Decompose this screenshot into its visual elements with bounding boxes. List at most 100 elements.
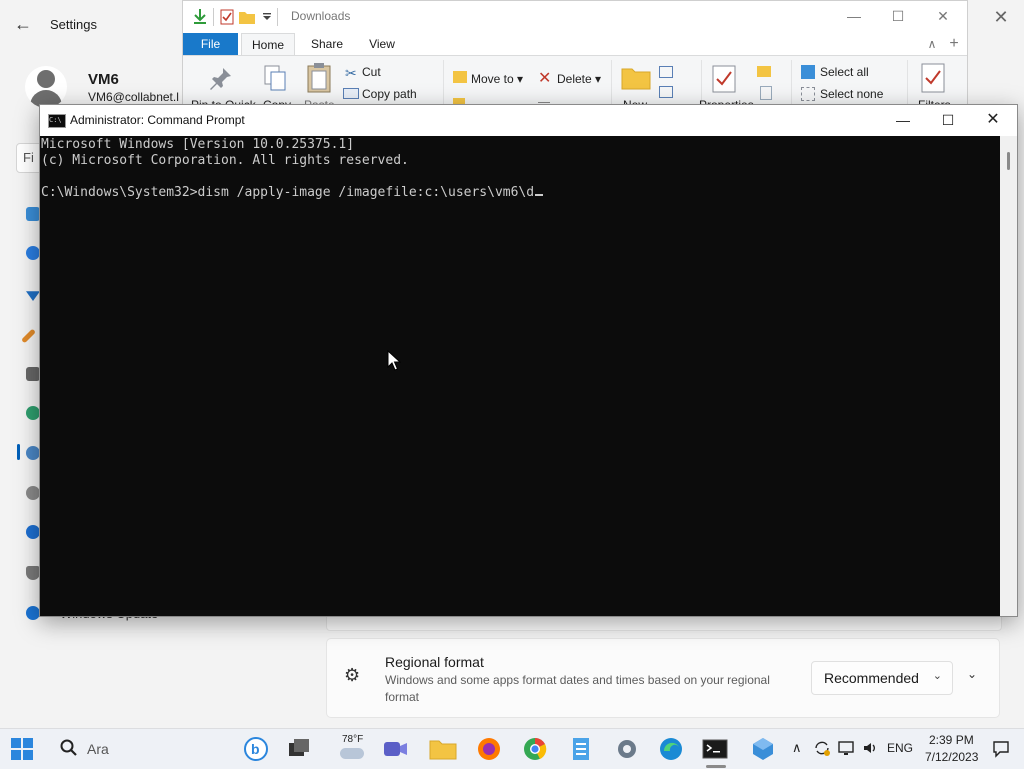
volume-icon[interactable] [862,739,880,757]
edge-icon[interactable] [656,735,686,763]
properties-icon [712,65,736,93]
regional-format-icon: ⚙ [344,665,361,685]
filters-icon [921,63,945,93]
dropdown-value: Recommended [824,670,919,686]
copy-path-icon [343,88,359,99]
copy-icon [264,65,286,91]
svg-text:b: b [251,741,260,757]
clock-time[interactable]: 2:39 PM [929,733,974,747]
select-all-button[interactable]: Select all [820,65,869,79]
cmd-window-title: Administrator: Command Prompt [70,113,245,127]
ribbon-collapse-button[interactable]: ∧ [923,33,941,55]
settings-close-button[interactable]: ✕ [990,6,1012,28]
move-to-icon [453,71,467,83]
azure-cube-icon[interactable] [748,735,778,763]
console-output[interactable]: Microsoft Windows [Version 10.0.25375.1]… [40,136,1000,616]
new-item-icon[interactable] [659,66,673,78]
regional-format-description: Windows and some apps format dates and t… [385,673,770,704]
notepad-icon[interactable] [566,735,596,763]
ribbon-help-button[interactable]: + [945,33,963,55]
delete-icon: ✕ [538,70,552,87]
ribbon-home: Pin to Quick Copy Paste ✂ Cut Copy path … [183,55,967,107]
input-language[interactable]: ENG [887,741,913,755]
ribbon-tabs: File Home Share View ∧ + [183,33,967,56]
show-hidden-icons-button[interactable]: ∧ [792,740,802,756]
cloud-icon [340,748,364,759]
regional-format-dropdown[interactable]: Recommended ⌄ [811,661,953,695]
avatar[interactable] [25,66,67,108]
paste-icon [307,63,331,93]
scrollbar-thumb[interactable] [1007,152,1010,170]
windows-update-icon[interactable] [26,606,40,620]
rename-icon [538,102,550,103]
cmd-titlebar[interactable]: C:\ Administrator: Command Prompt — ☐ ✕ [40,105,1017,136]
select-all-icon [801,65,815,79]
personalization-icon[interactable] [21,328,36,344]
explorer-minimize-button[interactable]: — [839,5,869,27]
back-button[interactable]: ← [14,14,34,34]
download-icon [194,9,206,24]
tab-home[interactable]: Home [241,33,295,56]
cmd-maximize-button[interactable]: ☐ [925,105,971,135]
new-folder-icon [239,12,255,24]
edit-icon[interactable] [760,86,772,100]
sync-icon[interactable] [813,739,831,757]
gaming-icon[interactable] [26,486,40,500]
weather-widget[interactable]: 78°F [336,734,368,763]
cmd-minimize-button[interactable]: — [880,105,926,135]
chrome-icon[interactable] [520,735,550,763]
terminal-icon[interactable] [700,735,730,763]
accessibility-icon[interactable] [26,525,40,539]
cmd-scrollbar[interactable] [1000,136,1017,616]
pin-icon [210,68,231,90]
system-icon[interactable] [26,207,40,221]
easy-access-icon[interactable] [659,86,673,98]
tab-file[interactable]: File [183,33,238,55]
nav-selected-indicator [17,444,20,460]
display-icon[interactable] [838,739,856,757]
settings-title: Settings [50,17,97,32]
tab-share[interactable]: Share [303,33,351,55]
cmd-app-icon: C:\ [48,114,66,128]
start-windows-icon[interactable] [10,737,34,761]
cut-button[interactable]: Cut [362,65,381,79]
accounts-icon[interactable] [26,406,40,420]
open-icon[interactable] [757,66,771,77]
taskbar-search-input[interactable]: Ara [87,741,109,757]
network-icon[interactable] [26,291,40,301]
tab-view[interactable]: View [359,33,405,55]
console-command[interactable]: C:\Windows\System32>dism /apply-image /i… [41,185,534,200]
clock-date[interactable]: 7/12/2023 [925,750,978,764]
system-settings-icon[interactable] [612,735,642,763]
privacy-shield-icon[interactable] [26,566,40,580]
delete-button[interactable]: Delete ▾ [557,72,601,86]
expand-chevron-icon[interactable]: ⌄ [967,667,977,681]
user-email: VM6@collabnet.l [88,90,179,104]
explorer-maximize-button[interactable]: ☐ [883,5,913,27]
teams-meet-icon[interactable] [380,735,410,763]
mouse-pointer-icon [387,350,402,371]
apps-icon[interactable] [26,367,40,381]
console-prompt-line[interactable]: C:\Windows\System32>dism /apply-image /i… [41,185,544,200]
move-to-button[interactable]: Move to ▾ [471,72,523,86]
scissors-icon: ✂ [345,65,357,81]
copy-path-button[interactable]: Copy path [362,87,417,101]
notifications-icon[interactable] [992,740,1010,758]
file-explorer-icon[interactable] [428,735,458,763]
weather-temp: 78°F [342,734,364,745]
firefox-icon[interactable] [474,735,504,763]
select-none-button[interactable]: Select none [820,87,883,101]
bing-search-icon[interactable]: b [242,735,272,763]
regional-format-card[interactable]: ⚙ Regional format Windows and some apps … [326,638,1000,718]
search-icon[interactable] [60,739,78,762]
task-view-icon[interactable] [284,735,314,763]
text-cursor [535,194,544,196]
bluetooth-icon[interactable] [26,246,40,260]
regional-format-title: Regional format [385,654,484,670]
cmd-close-button[interactable]: ✕ [970,105,1016,135]
explorer-close-button[interactable]: ✕ [928,5,958,27]
command-prompt-window[interactable]: C:\ Administrator: Command Prompt — ☐ ✕ … [39,104,1018,617]
console-line: Microsoft Windows [Version 10.0.25375.1] [41,137,355,152]
time-language-icon[interactable] [26,446,40,460]
console-line: (c) Microsoft Corporation. All rights re… [41,153,409,168]
